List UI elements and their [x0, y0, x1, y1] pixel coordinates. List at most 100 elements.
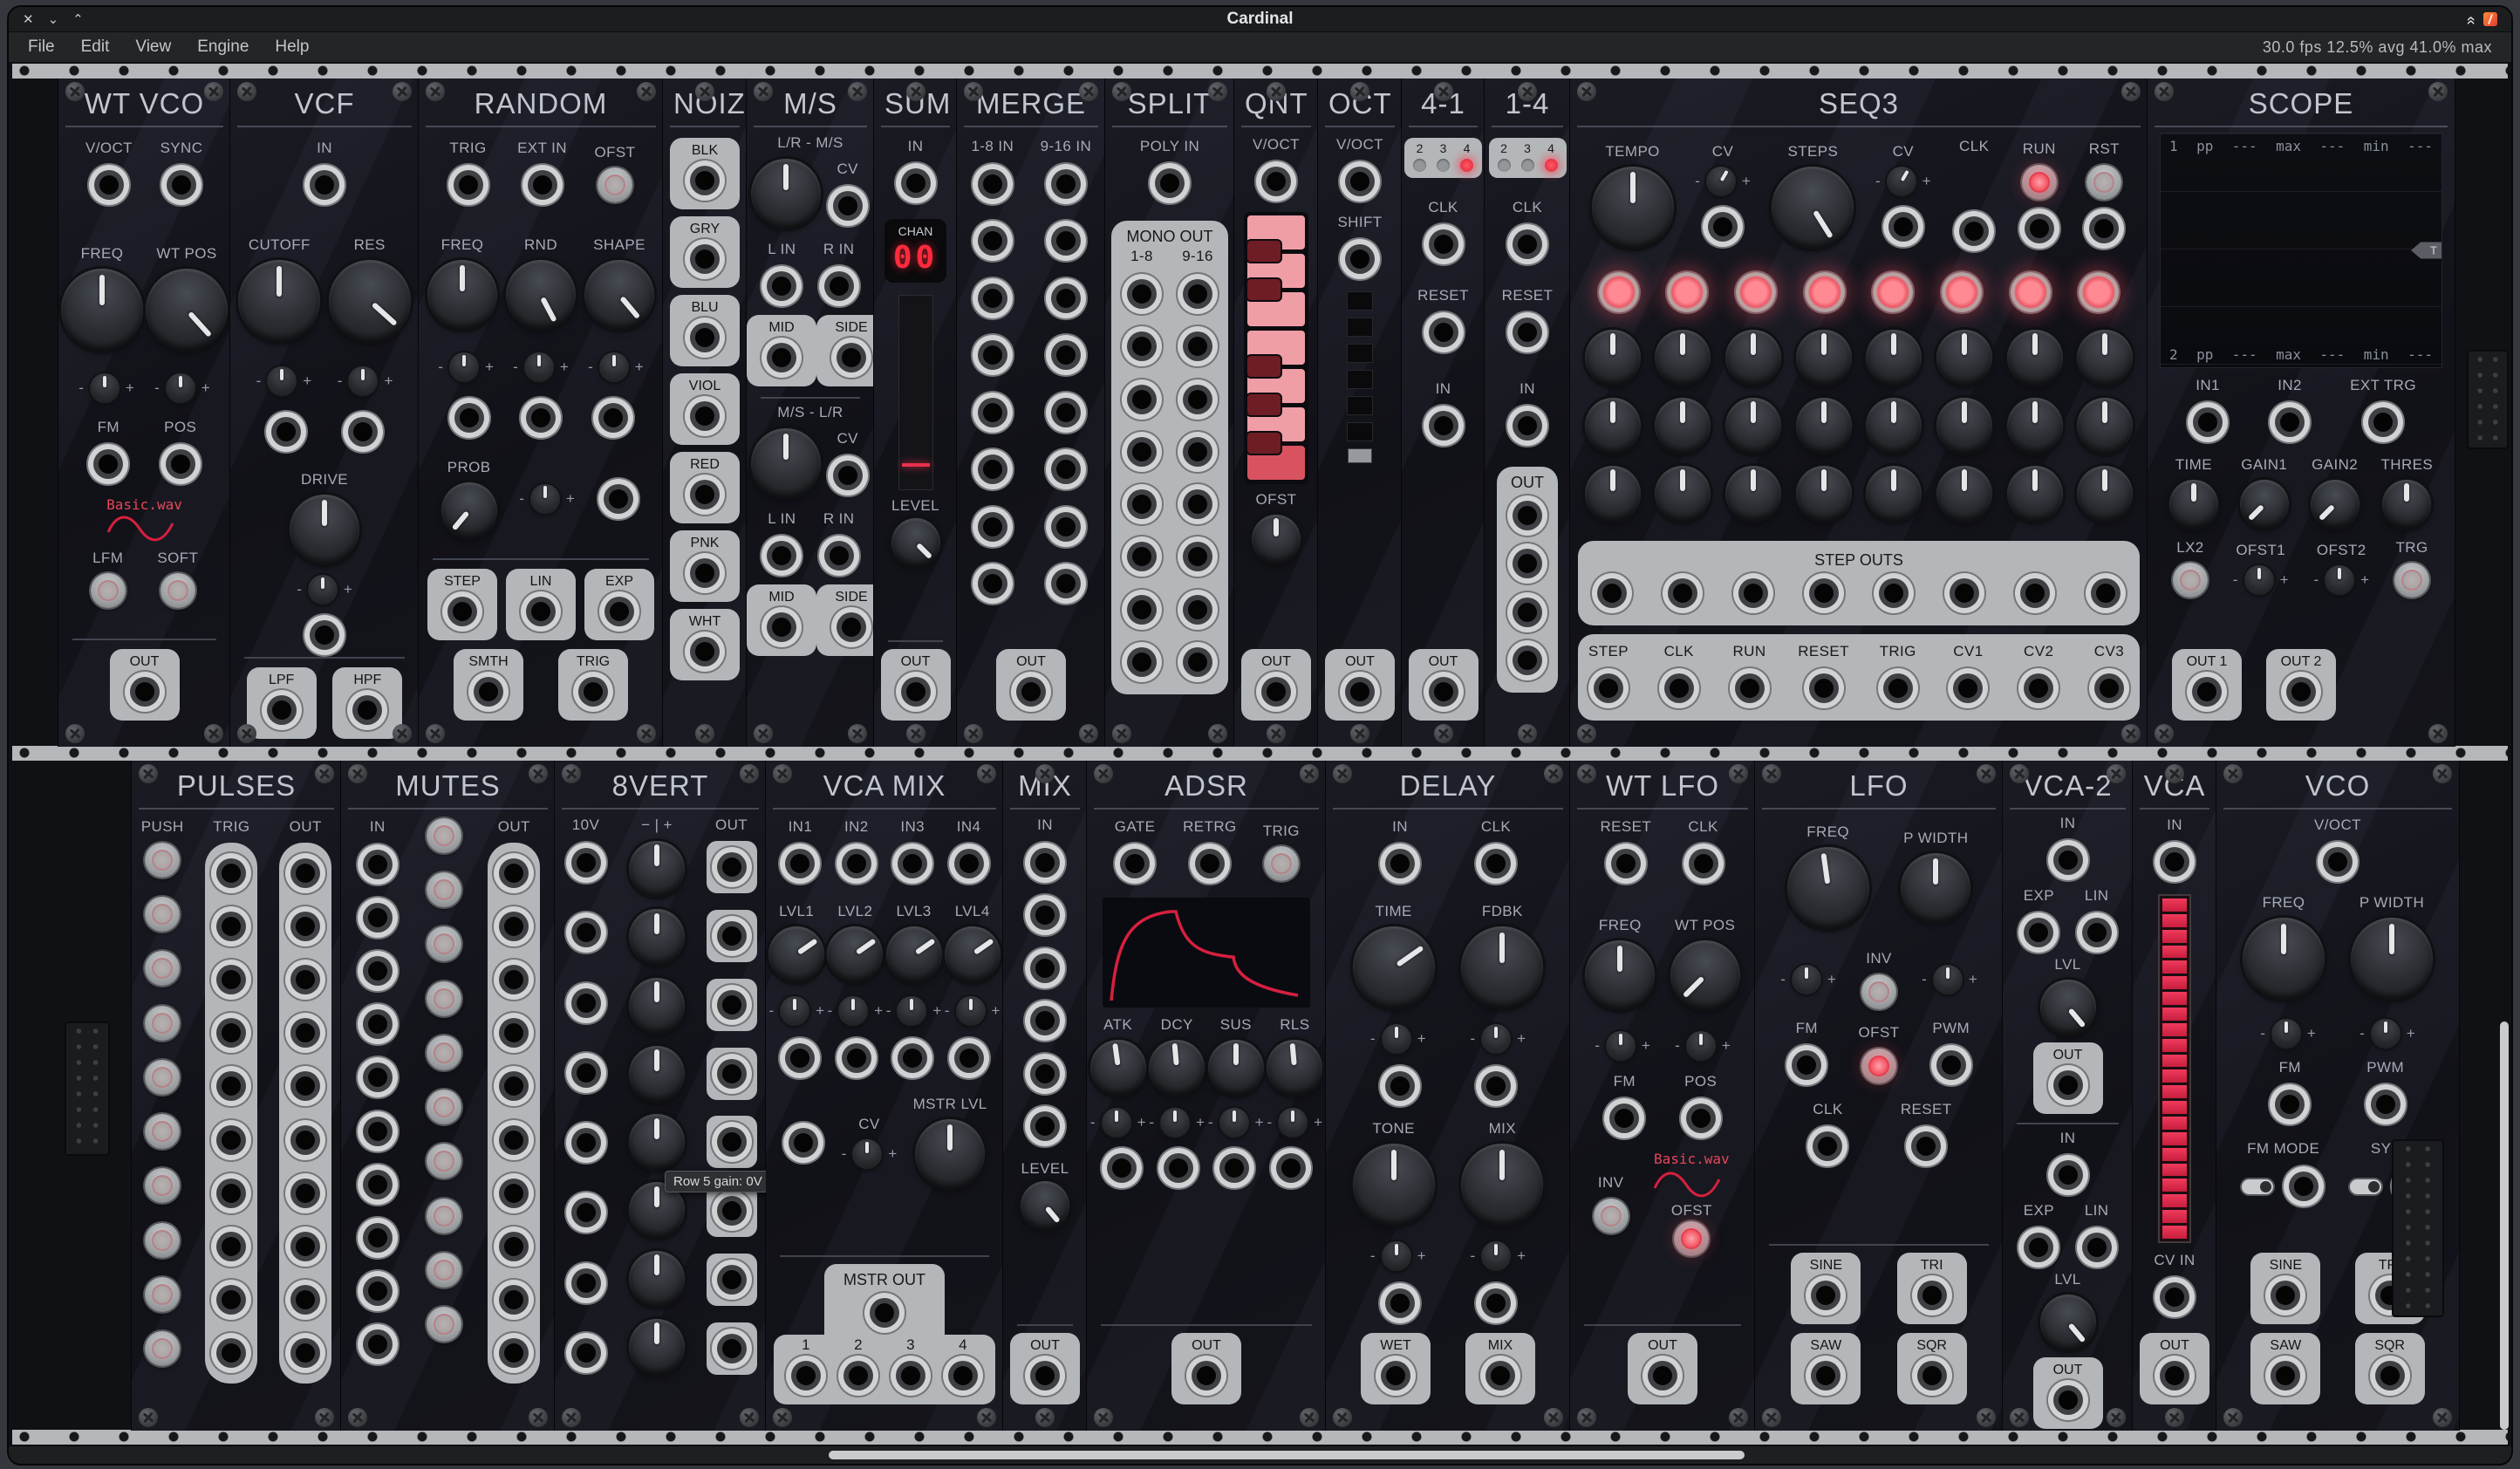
- knob-knob[interactable]: [1725, 330, 1781, 386]
- shift-jack[interactable]: [1338, 237, 1382, 281]
- mid-jack[interactable]: [760, 605, 803, 649]
- trig-button[interactable]: [1264, 846, 1299, 881]
- step-out-jack[interactable]: [2013, 571, 2057, 615]
- dcy-knob[interactable]: [1149, 1040, 1205, 1096]
- fdbk-knob[interactable]: [1461, 926, 1543, 1008]
- out-jack[interactable]: [710, 914, 754, 958]
- cv-in-jack[interactable]: [2153, 1275, 2196, 1319]
- in-jack[interactable]: [356, 949, 400, 993]
- fm-jack[interactable]: [2268, 1083, 2312, 1126]
- p-width-knob[interactable]: [1901, 853, 1970, 923]
- trim-knob[interactable]: [1792, 965, 1821, 994]
- fm-jack[interactable]: [86, 442, 130, 486]
- rls-knob[interactable]: [1267, 1040, 1322, 1096]
- jack-jack[interactable]: [835, 1036, 878, 1080]
- knob-knob[interactable]: [1585, 330, 1641, 386]
- 9-16-in-jack[interactable]: [1044, 391, 1088, 434]
- mute-button[interactable]: [427, 1199, 461, 1233]
- knob-knob[interactable]: [1866, 330, 1922, 386]
- lvl4-knob[interactable]: [945, 926, 1000, 982]
- side-jack[interactable]: [830, 336, 873, 379]
- trim-knob[interactable]: [1887, 167, 1916, 196]
- jack-jack[interactable]: [1701, 205, 1745, 249]
- trig-jack[interactable]: [209, 1011, 253, 1055]
- in1-jack[interactable]: [2186, 400, 2230, 444]
- module-merge[interactable]: MERGE1-8 IN9-16 INOUT: [956, 79, 1106, 747]
- side-jack[interactable]: [830, 605, 873, 649]
- seq-step-button[interactable]: [1736, 272, 1776, 312]
- 1-8-in-jack[interactable]: [971, 277, 1014, 320]
- 10v-jack[interactable]: [564, 841, 608, 885]
- quantizer-keyboard[interactable]: [1244, 212, 1308, 484]
- module-adsr[interactable]: ADSRGATERETRGTRIGATKDCYSUSRLS-+-+-+-+OUT: [1086, 761, 1327, 1431]
- freq-knob[interactable]: [2243, 918, 2325, 1000]
- out-jack[interactable]: [123, 670, 167, 714]
- r-in-jack[interactable]: [817, 264, 861, 308]
- trim-knob[interactable]: [1606, 1031, 1636, 1061]
- smth-jack[interactable]: [467, 670, 510, 714]
- 9-16-jack[interactable]: [1176, 378, 1219, 421]
- trim-knob[interactable]: [1278, 1108, 1308, 1138]
- lin-jack[interactable]: [519, 590, 563, 633]
- sync-jack[interactable]: [160, 163, 203, 207]
- module-qnt[interactable]: QNTV/OCTOFSTOUT: [1233, 79, 1319, 747]
- wet-jack[interactable]: [1374, 1354, 1417, 1397]
- in-jack[interactable]: [2046, 1153, 2090, 1197]
- trig-jack[interactable]: [209, 851, 253, 895]
- sus-knob[interactable]: [1208, 1040, 1264, 1096]
- module-vca[interactable]: VCAINCV INOUT: [2132, 761, 2217, 1431]
- vertical-scrollbar-thumb[interactable]: [2500, 1021, 2509, 1430]
- module-random[interactable]: RANDOMTRIGEXT INOFSTFREQRNDSHAPE-+-+-+PR…: [418, 79, 664, 747]
- trim-knob[interactable]: [308, 575, 338, 605]
- l-in-jack[interactable]: [760, 534, 803, 577]
- trim-knob[interactable]: [2371, 1019, 2400, 1049]
- gain-knob[interactable]: [629, 1046, 685, 1102]
- freq-knob[interactable]: [1787, 847, 1869, 929]
- tempo-knob[interactable]: [1592, 167, 1674, 249]
- cv1-jack[interactable]: [1946, 666, 1990, 710]
- module-vcf[interactable]: VCFINCUTOFFRES-+-+DRIVE-+LPFHPF: [229, 79, 420, 747]
- cv-jack[interactable]: [826, 184, 870, 228]
- jack-jack[interactable]: [1881, 205, 1925, 249]
- seq-step-button[interactable]: [1942, 272, 1982, 312]
- module-mutes[interactable]: MUTESINOUT: [340, 761, 556, 1431]
- jack-jack[interactable]: [341, 410, 385, 454]
- knob-knob[interactable]: [1725, 466, 1781, 522]
- exp-jack[interactable]: [598, 590, 641, 633]
- out-jack[interactable]: [2046, 1378, 2090, 1422]
- knob-knob[interactable]: [1725, 398, 1781, 454]
- trim-knob[interactable]: [1706, 167, 1736, 196]
- out-jack[interactable]: [710, 1189, 754, 1233]
- toggle-switch[interactable]: [2242, 1179, 2273, 1194]
- res-knob[interactable]: [329, 260, 411, 342]
- soft-button[interactable]: [160, 573, 195, 608]
- out-jack[interactable]: [492, 1118, 536, 1162]
- 1-8-in-jack[interactable]: [971, 333, 1014, 377]
- mute-button[interactable]: [145, 1168, 180, 1203]
- jack-jack[interactable]: [1100, 1146, 1144, 1190]
- exp-jack[interactable]: [2017, 1226, 2060, 1269]
- push-button[interactable]: [2086, 165, 2121, 200]
- freq-knob[interactable]: [1585, 940, 1655, 1010]
- ofst-knob[interactable]: [1252, 515, 1301, 564]
- trim-knob[interactable]: [852, 1139, 882, 1169]
- step-out-jack[interactable]: [2084, 571, 2127, 615]
- knob-knob[interactable]: [1866, 466, 1922, 522]
- in-jack[interactable]: [356, 896, 400, 939]
- jack-jack[interactable]: [782, 1121, 825, 1165]
- reset-jack[interactable]: [1802, 666, 1846, 710]
- trim-knob[interactable]: [90, 373, 120, 403]
- trig-jack[interactable]: [209, 905, 253, 948]
- lfm-button[interactable]: [91, 573, 126, 608]
- run-jack[interactable]: [1728, 666, 1772, 710]
- module-scope[interactable]: SCOPE1pp---max---min---T2pp---max---min-…: [2147, 79, 2455, 747]
- out-jack[interactable]: [894, 670, 938, 714]
- 1-8-in-jack[interactable]: [971, 562, 1014, 605]
- out-jack[interactable]: [283, 905, 327, 948]
- mute-button[interactable]: [427, 872, 461, 907]
- in-jack[interactable]: [356, 1056, 400, 1099]
- out-jack[interactable]: [492, 851, 536, 895]
- lvl3-knob[interactable]: [886, 926, 942, 982]
- v-oct-jack[interactable]: [1338, 160, 1382, 203]
- knob-knob[interactable]: [2007, 330, 2063, 386]
